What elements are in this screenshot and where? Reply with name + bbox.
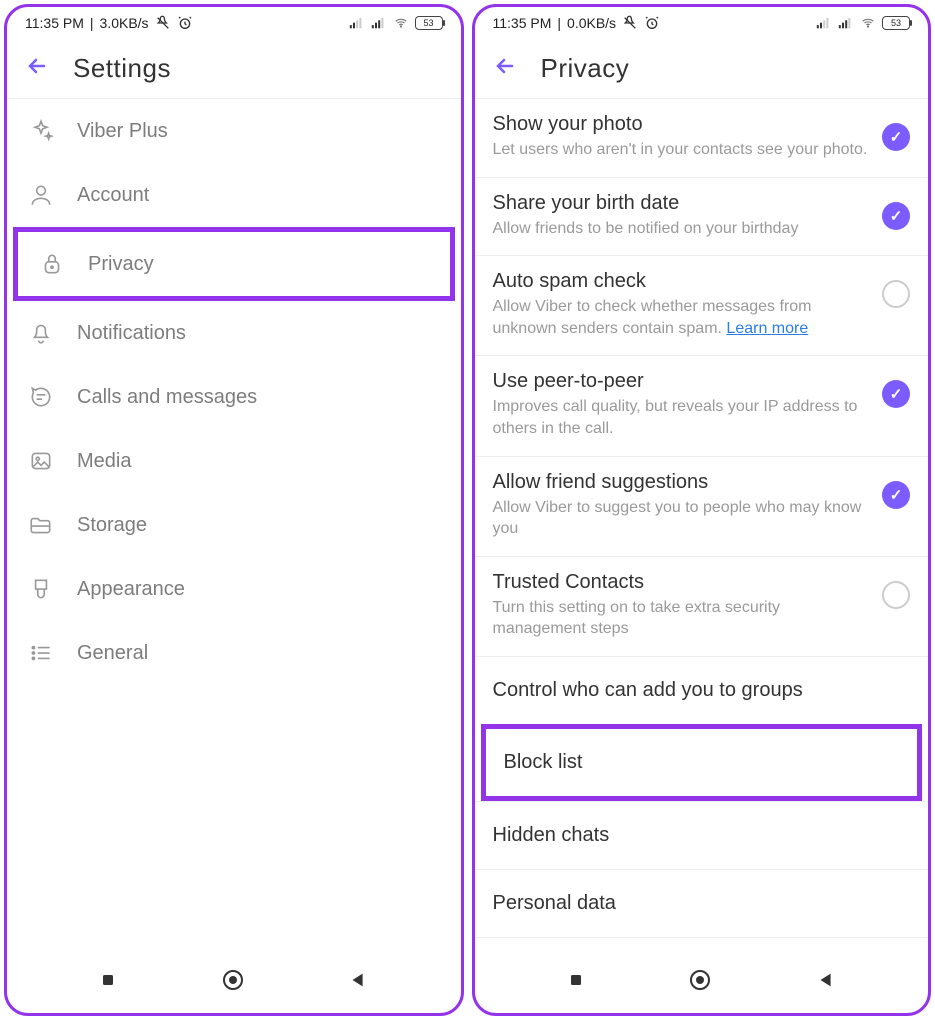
toggle-title: Show your photo: [493, 113, 871, 136]
sparkle-icon: [27, 117, 55, 145]
signal1-icon: [816, 16, 832, 30]
settings-label: Notifications: [77, 322, 186, 345]
chat-icon: [27, 383, 55, 411]
image-icon: [27, 447, 55, 475]
signal1-icon: [349, 16, 365, 30]
toggle-title: Auto spam check: [493, 270, 871, 293]
back-arrow-icon[interactable]: [493, 54, 517, 84]
nav-back-icon[interactable]: [347, 969, 369, 996]
learn-more-link[interactable]: Learn more: [726, 320, 808, 337]
privacy-toggle-spam[interactable]: Auto spam check Allow Viber to check whe…: [475, 255, 929, 355]
privacy-toggle-photo[interactable]: Show your photo Let users who aren't in …: [475, 99, 929, 177]
nav-back-icon[interactable]: [815, 969, 837, 996]
settings-label: Account: [77, 184, 149, 207]
nav-recent-icon[interactable]: [566, 970, 586, 995]
toggle-title: Trusted Contacts: [493, 571, 871, 594]
privacy-toggle-p2p[interactable]: Use peer-to-peer Improves call quality, …: [475, 355, 929, 455]
privacy-link-personal-data[interactable]: Personal data: [475, 869, 929, 937]
status-net: 0.0KB/s: [567, 15, 616, 31]
toggle-sub: Turn this setting on to take extra secur…: [493, 597, 871, 640]
nav-home-icon[interactable]: [688, 968, 712, 997]
alarm-icon: [644, 16, 660, 30]
bell-icon: [27, 319, 55, 347]
status-bar: 11:35 PM | 3.0KB/s 53: [7, 7, 461, 35]
toggle-title: Share your birth date: [493, 192, 871, 215]
status-bar: 11:35 PM | 0.0KB/s 53: [475, 7, 929, 35]
list-icon: [27, 639, 55, 667]
settings-item-media[interactable]: Media: [7, 429, 461, 493]
lock-icon: [38, 250, 66, 278]
privacy-link-hidden-chats[interactable]: Hidden chats: [475, 801, 929, 869]
settings-label: Media: [77, 450, 131, 473]
toggle-sub: Allow friends to be notified on your bir…: [493, 218, 871, 240]
settings-list: Viber Plus Account Privacy Notifications…: [7, 99, 461, 954]
toggle-sub: Improves call quality, but reveals your …: [493, 396, 871, 439]
checkmark-toggle-icon[interactable]: [882, 581, 910, 609]
settings-label: Storage: [77, 514, 147, 537]
toggle-title: Allow friend suggestions: [493, 471, 871, 494]
checkmark-toggle-icon[interactable]: [882, 481, 910, 509]
settings-item-storage[interactable]: Storage: [7, 493, 461, 557]
toggle-sub: Allow Viber to check whether messages fr…: [493, 296, 871, 339]
settings-label: Calls and messages: [77, 386, 257, 409]
toggle-sub: Let users who aren't in your contacts se…: [493, 139, 871, 161]
status-time: 11:35 PM: [25, 15, 84, 31]
nav-recent-icon[interactable]: [98, 970, 118, 995]
settings-item-privacy[interactable]: Privacy: [18, 232, 450, 296]
checkmark-toggle-icon[interactable]: [882, 280, 910, 308]
folder-icon: [27, 511, 55, 539]
header: Privacy: [475, 35, 929, 99]
settings-item-calls[interactable]: Calls and messages: [7, 365, 461, 429]
toggle-sub: Allow Viber to suggest you to people who…: [493, 497, 871, 540]
highlight-privacy: Privacy: [13, 227, 455, 301]
checkmark-toggle-icon[interactable]: [882, 380, 910, 408]
privacy-toggle-birthdate[interactable]: Share your birth date Allow friends to b…: [475, 177, 929, 256]
wifi-icon: [393, 16, 409, 30]
page-title: Settings: [73, 53, 171, 84]
settings-label: General: [77, 642, 148, 665]
settings-item-viber-plus[interactable]: Viber Plus: [7, 99, 461, 163]
privacy-toggle-trusted[interactable]: Trusted Contacts Turn this setting on to…: [475, 556, 929, 656]
privacy-link-groups[interactable]: Control who can add you to groups: [475, 656, 929, 724]
nav-bar: [475, 954, 929, 1013]
wifi-icon: [860, 16, 876, 30]
settings-item-notifications[interactable]: Notifications: [7, 301, 461, 365]
settings-label: Appearance: [77, 578, 185, 601]
back-arrow-icon[interactable]: [25, 54, 49, 84]
nav-bar: [7, 954, 461, 1013]
checkmark-toggle-icon[interactable]: [882, 202, 910, 230]
highlight-blocklist: Block list: [481, 724, 923, 801]
alarm-icon: [177, 16, 193, 30]
settings-item-general[interactable]: General: [7, 621, 461, 685]
status-net: 3.0KB/s: [100, 15, 149, 31]
toggle-title: Use peer-to-peer: [493, 370, 871, 393]
brush-icon: [27, 575, 55, 603]
privacy-toggle-friend-suggestions[interactable]: Allow friend suggestions Allow Viber to …: [475, 456, 929, 556]
battery-icon: 53: [882, 16, 910, 30]
mute-icon: [155, 16, 171, 30]
signal2-icon: [371, 16, 387, 30]
settings-item-appearance[interactable]: Appearance: [7, 557, 461, 621]
settings-item-account[interactable]: Account: [7, 163, 461, 227]
battery-icon: 53: [415, 16, 443, 30]
phone-privacy: 11:35 PM | 0.0KB/s 53 Privacy Show your …: [472, 4, 932, 1016]
mute-icon: [622, 16, 638, 30]
nav-home-icon[interactable]: [221, 968, 245, 997]
privacy-list: Show your photo Let users who aren't in …: [475, 99, 929, 954]
settings-label: Viber Plus: [77, 120, 168, 143]
phone-settings: 11:35 PM | 3.0KB/s 53 Settings Viber Plu…: [4, 4, 464, 1016]
settings-label: Privacy: [88, 253, 154, 276]
status-time: 11:35 PM: [493, 15, 552, 31]
signal2-icon: [838, 16, 854, 30]
privacy-link-blocklist[interactable]: Block list: [486, 729, 918, 796]
checkmark-toggle-icon[interactable]: [882, 123, 910, 151]
user-icon: [27, 181, 55, 209]
header: Settings: [7, 35, 461, 99]
privacy-link-policy[interactable]: Privacy Policy: [475, 937, 929, 954]
page-title: Privacy: [541, 53, 630, 84]
